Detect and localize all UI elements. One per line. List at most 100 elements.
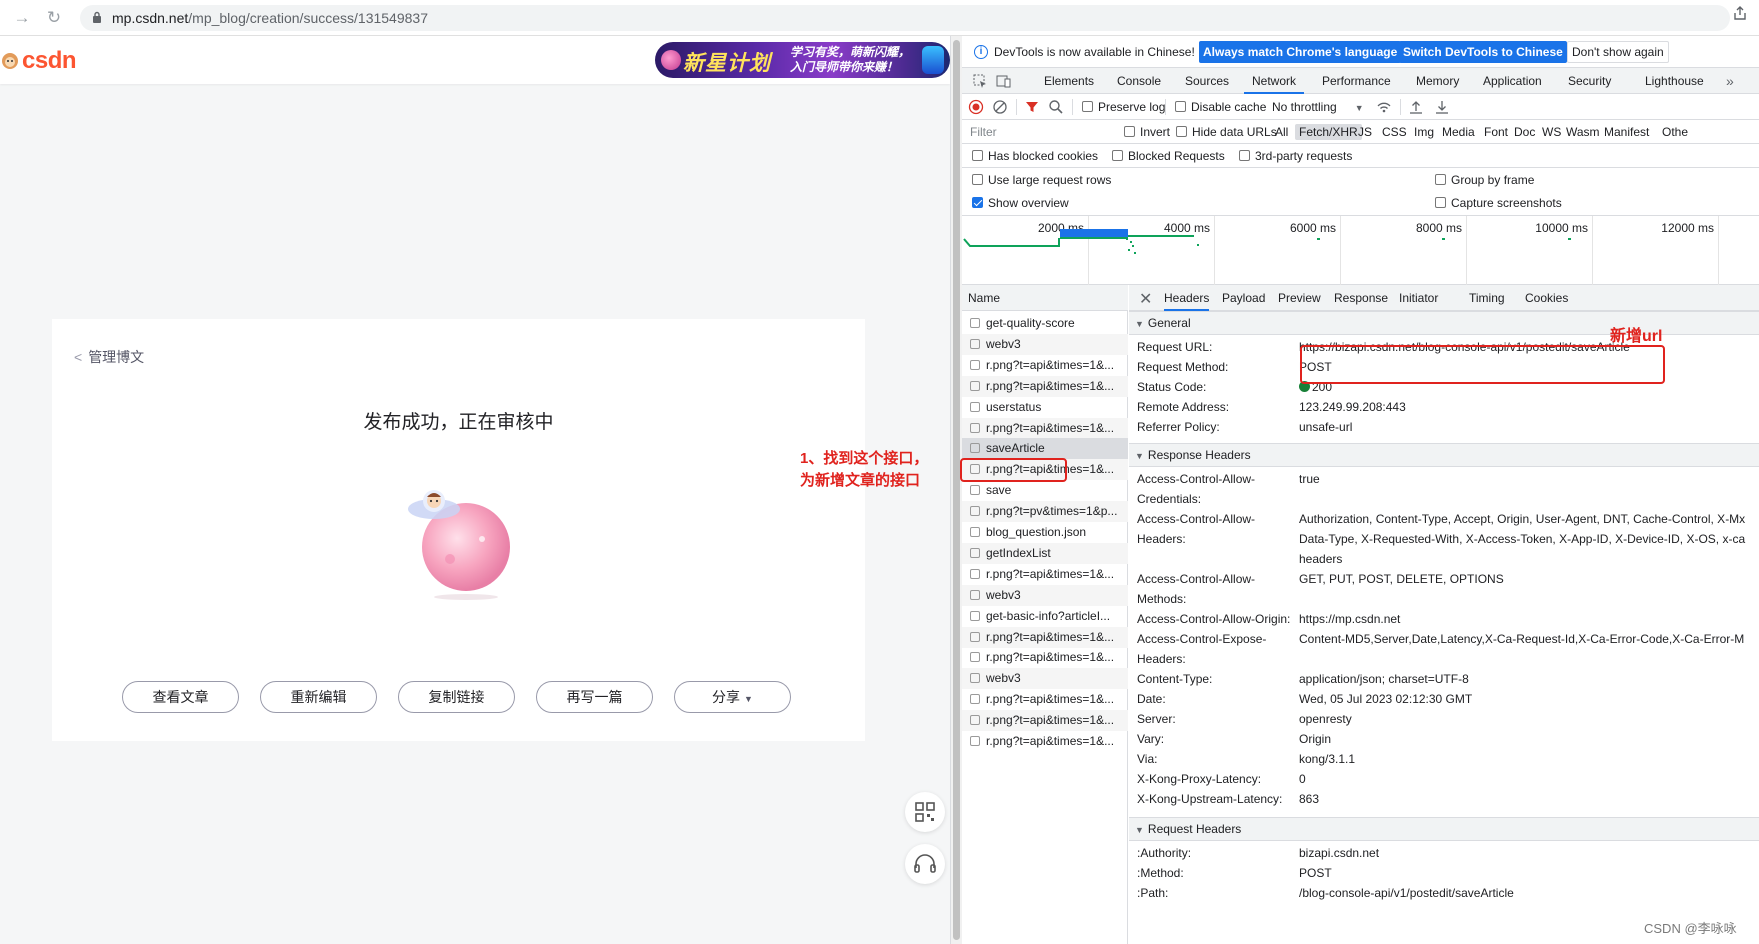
dont-show-again-button[interactable]: Don't show again bbox=[1567, 41, 1669, 63]
tab-memory[interactable]: Memory bbox=[1416, 68, 1459, 94]
request-row[interactable]: r.png?t=api&times=1&... bbox=[962, 417, 1128, 439]
record-icon[interactable] bbox=[968, 99, 984, 115]
request-row[interactable]: r.png?t=api&times=1&... bbox=[962, 564, 1128, 585]
tab-headers[interactable]: Headers bbox=[1164, 285, 1210, 311]
general-section-header[interactable]: ▼ General bbox=[1129, 311, 1759, 335]
tab-elements[interactable]: Elements bbox=[1044, 68, 1094, 94]
inspect-element-icon[interactable] bbox=[972, 73, 988, 89]
forward-icon[interactable]: → bbox=[12, 8, 32, 28]
switch-to-chinese-button[interactable]: Switch DevTools to Chinese bbox=[1399, 41, 1567, 63]
request-row[interactable]: r.png?t=api&times=1&... bbox=[962, 731, 1128, 752]
request-row[interactable]: r.png?t=api&times=1&... bbox=[962, 375, 1128, 397]
devtools-language-infobar: i DevTools is now available in Chinese! … bbox=[962, 36, 1759, 68]
invert-checkbox[interactable]: Invert bbox=[1124, 125, 1170, 139]
filter-type-ws[interactable]: WS bbox=[1542, 125, 1561, 139]
name-column-header[interactable]: Name bbox=[962, 285, 1128, 311]
tab-lighthouse[interactable]: Lighthouse bbox=[1645, 68, 1704, 94]
show-overview-checkbox[interactable]: Show overview bbox=[972, 196, 1069, 210]
request-row[interactable]: webv3 bbox=[962, 584, 1128, 606]
request-row[interactable]: get-quality-score bbox=[962, 313, 1128, 334]
request-row[interactable]: r.png?t=api&times=1&... bbox=[962, 626, 1128, 648]
tab-sources[interactable]: Sources bbox=[1185, 68, 1229, 94]
search-icon[interactable] bbox=[1048, 99, 1064, 115]
filter-type-css[interactable]: CSS bbox=[1382, 125, 1407, 139]
large-rows-checkbox[interactable]: Use large request rows bbox=[972, 173, 1111, 187]
filter-type-manifest[interactable]: Manifest bbox=[1604, 125, 1649, 139]
request-row[interactable]: r.png?t=api&times=1&... bbox=[962, 355, 1128, 376]
csdn-header: csdn 新星计划 学习有奖，萌新闪耀， 入门导师带你来赚！ bbox=[0, 36, 950, 84]
tab-performance[interactable]: Performance bbox=[1322, 68, 1391, 94]
blocked-cookies-checkbox[interactable]: Has blocked cookies bbox=[972, 149, 1098, 163]
network-overview[interactable]: 2000 ms 4000 ms 6000 ms 8000 ms 10000 ms… bbox=[962, 216, 1759, 285]
request-row[interactable]: r.png?t=api&times=1&... bbox=[962, 710, 1128, 732]
request-headers-section-header[interactable]: ▼ Request Headers bbox=[1129, 817, 1759, 841]
network-conditions-icon[interactable] bbox=[1376, 99, 1392, 115]
hide-data-urls-checkbox[interactable]: Hide data URLs bbox=[1176, 125, 1277, 139]
filter-type-js[interactable]: JS bbox=[1358, 125, 1372, 139]
copy-link-button[interactable]: 复制链接 bbox=[398, 681, 515, 713]
qrcode-button[interactable] bbox=[905, 792, 945, 832]
filter-type-fetch-xhr[interactable]: Fetch/XHR bbox=[1295, 124, 1362, 140]
filter-type-wasm[interactable]: Wasm bbox=[1566, 125, 1600, 139]
filter-icon[interactable] bbox=[1024, 99, 1040, 115]
xinxing-banner[interactable]: 新星计划 学习有奖，萌新闪耀， 入门导师带你来赚！ bbox=[655, 42, 950, 78]
request-row[interactable]: get-basic-info?articleI... bbox=[962, 606, 1128, 627]
third-party-requests-checkbox[interactable]: 3rd-party requests bbox=[1239, 149, 1352, 163]
disable-cache-checkbox[interactable]: Disable cache bbox=[1175, 100, 1266, 114]
filter-input[interactable]: Filter bbox=[970, 125, 1110, 139]
throttling-select[interactable]: No throttling ▼ bbox=[1272, 100, 1364, 114]
capture-screenshots-checkbox[interactable]: Capture screenshots bbox=[1435, 196, 1562, 210]
view-article-button[interactable]: 查看文章 bbox=[122, 681, 239, 713]
import-har-icon[interactable] bbox=[1408, 99, 1424, 115]
preserve-log-checkbox[interactable]: Preserve log bbox=[1082, 100, 1165, 114]
filter-type-img[interactable]: Img bbox=[1414, 125, 1434, 139]
more-tabs-icon[interactable]: » bbox=[1726, 68, 1734, 94]
share-icon[interactable] bbox=[1731, 5, 1749, 21]
url-text[interactable]: mp.csdn.net/mp_blog/creation/success/131… bbox=[112, 10, 428, 26]
tab-response[interactable]: Response bbox=[1334, 285, 1388, 311]
request-row[interactable]: r.png?t=api&times=1&... bbox=[962, 647, 1128, 668]
filter-type-other[interactable]: Othe bbox=[1662, 125, 1688, 139]
re-edit-button[interactable]: 重新编辑 bbox=[260, 681, 377, 713]
request-row[interactable]: userstatus bbox=[962, 397, 1128, 418]
request-row[interactable]: webv3 bbox=[962, 333, 1128, 355]
tab-application[interactable]: Application bbox=[1483, 68, 1542, 94]
filter-type-media[interactable]: Media bbox=[1442, 125, 1475, 139]
request-row[interactable]: blog_question.json bbox=[962, 522, 1128, 543]
reload-icon[interactable]: ↻ bbox=[44, 8, 64, 28]
close-icon[interactable]: ✕ bbox=[1139, 289, 1152, 309]
tab-cookies[interactable]: Cookies bbox=[1525, 285, 1568, 311]
clear-icon[interactable] bbox=[992, 99, 1008, 115]
request-row[interactable]: saveArticle bbox=[962, 438, 1128, 460]
address-bar[interactable]: mp.csdn.net/mp_blog/creation/success/131… bbox=[80, 5, 1730, 31]
blocked-requests-checkbox[interactable]: Blocked Requests bbox=[1112, 149, 1225, 163]
tab-console[interactable]: Console bbox=[1117, 68, 1161, 94]
tab-payload[interactable]: Payload bbox=[1222, 285, 1265, 311]
share-button[interactable]: 分享 ▼ bbox=[674, 681, 791, 713]
export-har-icon[interactable] bbox=[1434, 99, 1450, 115]
tab-network[interactable]: Network bbox=[1244, 68, 1305, 94]
request-row[interactable]: getIndexList bbox=[962, 542, 1128, 564]
back-to-manage-link[interactable]: < 管理博文 bbox=[74, 347, 144, 367]
tab-initiator[interactable]: Initiator bbox=[1399, 285, 1438, 311]
request-row[interactable]: r.png?t=pv&times=1&p... bbox=[962, 501, 1128, 523]
scrollbar-thumb[interactable] bbox=[953, 40, 960, 940]
filter-type-doc[interactable]: Doc bbox=[1514, 125, 1535, 139]
filter-type-font[interactable]: Font bbox=[1484, 125, 1508, 139]
always-match-language-button[interactable]: Always match Chrome's language bbox=[1199, 41, 1402, 63]
group-by-frame-checkbox[interactable]: Group by frame bbox=[1435, 173, 1534, 187]
request-name: getIndexList bbox=[986, 545, 1051, 560]
tab-preview[interactable]: Preview bbox=[1278, 285, 1321, 311]
response-headers-section-header[interactable]: ▼ Response Headers bbox=[1129, 443, 1759, 467]
tab-security[interactable]: Security bbox=[1568, 68, 1611, 94]
request-row[interactable]: save bbox=[962, 480, 1128, 501]
customer-service-button[interactable] bbox=[905, 844, 945, 884]
qrcode-icon bbox=[915, 802, 935, 822]
filter-type-all[interactable]: All bbox=[1275, 125, 1288, 139]
tab-timing[interactable]: Timing bbox=[1469, 285, 1505, 311]
request-row[interactable]: r.png?t=api&times=1&... bbox=[962, 689, 1128, 710]
page-scrollbar[interactable] bbox=[950, 36, 962, 944]
write-another-button[interactable]: 再写一篇 bbox=[536, 681, 653, 713]
request-row[interactable]: webv3 bbox=[962, 668, 1128, 690]
device-toolbar-icon[interactable] bbox=[996, 73, 1012, 89]
